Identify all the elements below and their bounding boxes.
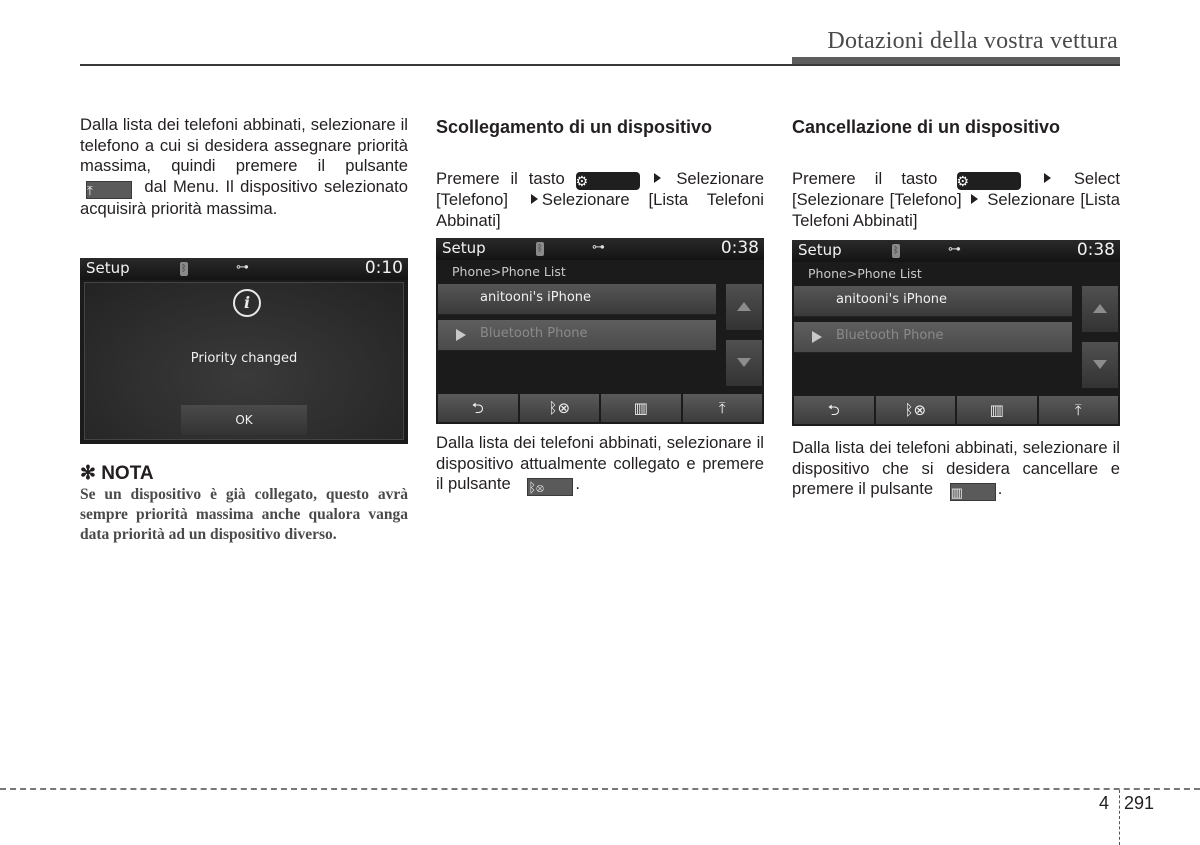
paragraph-text: . <box>997 479 1003 498</box>
footer-rule <box>0 788 1200 790</box>
priority-button-icon: ⤒ <box>86 180 132 199</box>
list-item-selected[interactable]: Bluetooth Phone <box>438 320 716 351</box>
play-icon <box>812 331 822 343</box>
arrow-right-icon <box>970 194 978 204</box>
gear-key-icon: ⚙ <box>956 172 1021 190</box>
status-bar: Setup ᛒ ⊶ 0:10 <box>80 258 408 280</box>
nota-text: Se un dispositivo è già collegato, quest… <box>80 486 408 543</box>
ok-button[interactable]: OK <box>181 405 307 435</box>
priority-icon: ⤒ <box>1074 401 1082 419</box>
column-3-after: Dalla lista dei telefoni abbinati, selez… <box>792 438 1120 501</box>
bluetooth-icon: ᛒ <box>536 242 544 256</box>
bluetooth-icon: ᛒ <box>892 244 900 258</box>
play-icon <box>456 329 466 341</box>
bluetooth-disconnect-icon: ᛒ⊗ <box>548 399 571 417</box>
column-2-after: Dalla lista dei telefoni abbinati, selez… <box>436 433 764 496</box>
section-heading: Cancellazione di un dispositivo <box>792 117 1061 137</box>
arrow-up-icon <box>1093 304 1107 313</box>
column-3: Cancellazione di un dispositivo Premere … <box>792 115 1120 231</box>
back-button[interactable]: ⮌ <box>794 396 874 424</box>
arrow-right-icon <box>1043 173 1051 183</box>
clock: 0:38 <box>1076 240 1115 260</box>
arrow-right-icon <box>654 173 662 183</box>
scroll-up-button[interactable] <box>1082 286 1118 332</box>
column-1: Dalla lista dei telefoni abbinati, selez… <box>80 115 408 219</box>
arrow-down-icon <box>737 358 751 367</box>
nota-title: NOTA <box>101 463 154 484</box>
scroll-down-button[interactable] <box>726 340 762 386</box>
paragraph-text: Dalla lista dei telefoni abbinati, selez… <box>80 115 408 175</box>
list-item-label: Bluetooth Phone <box>836 328 944 343</box>
priority-paragraph: Dalla lista dei telefoni abbinati, selez… <box>80 115 408 219</box>
list-item[interactable]: anitooni's iPhone <box>794 286 1072 317</box>
list-item-label: Bluetooth Phone <box>480 326 588 341</box>
clock: 0:38 <box>720 238 759 258</box>
bluetooth-disconnect-icon: ᛒ⊗ <box>904 401 927 419</box>
bluetooth-icon: ᛒ <box>180 262 188 276</box>
back-button[interactable]: ⮌ <box>438 394 518 422</box>
page-number: 291 <box>1124 793 1155 813</box>
list-item-label: anitooni's iPhone <box>480 290 592 305</box>
arrow-down-icon <box>1093 360 1107 369</box>
nota-box: ✻ NOTA Se un dispositivo è già collegato… <box>80 463 408 545</box>
header-rule <box>80 64 1120 66</box>
clock: 0:10 <box>364 258 403 278</box>
instruction-paragraph: Premere il tasto ⚙ Select [Selezionare [… <box>792 169 1120 231</box>
status-bar: Setup ᛒ ⊶ 0:38 <box>436 238 764 260</box>
breadcrumb: Phone>Phone List <box>808 266 922 281</box>
scroll-down-button[interactable] <box>1082 342 1118 388</box>
delete-button[interactable]: ▥ <box>957 396 1037 424</box>
usb-icon: ⊶ <box>236 260 249 275</box>
list-item[interactable]: anitooni's iPhone <box>438 284 716 315</box>
instruction-paragraph: Premere il tasto ⚙ Selezionare [Telefono… <box>436 169 764 231</box>
breadcrumb: Phone>Phone List <box>452 264 566 279</box>
bottom-toolbar: ⮌ ᛒ⊗ ▥ ⤒ <box>438 394 762 422</box>
disconnect-button[interactable]: ᛒ⊗ <box>875 396 955 424</box>
usb-icon: ⊶ <box>948 242 961 257</box>
status-bar: Setup ᛒ ⊶ 0:38 <box>792 240 1120 262</box>
asterisk-icon: ✻ <box>80 463 96 484</box>
usb-icon: ⊶ <box>592 240 605 255</box>
trash-icon: ▥ <box>989 401 1004 419</box>
popup-dialog: i Priority changed OK <box>84 282 404 440</box>
section-title: Dotazioni della vostra vettura <box>827 28 1118 54</box>
delete-paragraph: Dalla lista dei telefoni abbinati, selez… <box>792 438 1120 501</box>
list-item-label: anitooni's iPhone <box>836 292 948 307</box>
scroll-up-button[interactable] <box>726 284 762 330</box>
disconnect-button[interactable]: ᛒ⊗ <box>519 394 599 422</box>
popup-message: Priority changed <box>190 351 298 366</box>
screen-phone-list: Setup ᛒ ⊶ 0:38 Phone>Phone List anitooni… <box>792 240 1120 426</box>
arrow-right-icon <box>530 194 538 204</box>
list-item-selected[interactable]: Bluetooth Phone <box>794 322 1072 353</box>
info-icon: i <box>233 289 261 317</box>
screen-title: Setup <box>798 241 842 259</box>
trash-button-icon: ▥ <box>949 483 996 501</box>
instruction-text: Premere il tasto <box>792 169 938 188</box>
screen-title: Setup <box>86 259 130 277</box>
column-2: Scollegamento di un dispositivo Premere … <box>436 115 764 231</box>
footer-divider <box>1119 790 1120 845</box>
priority-icon: ⤒ <box>718 399 726 417</box>
paragraph-text: . <box>575 474 580 493</box>
nota-heading: ✻ NOTA <box>80 463 408 485</box>
screen-priority-changed: Setup ᛒ ⊶ 0:10 i Priority changed OK <box>80 258 408 444</box>
screen-phone-list: Setup ᛒ ⊶ 0:38 Phone>Phone List anitooni… <box>436 238 764 424</box>
delete-button[interactable]: ▥ <box>601 394 681 422</box>
bluetooth-disconnect-button-icon: ᛒ⊗ <box>527 478 574 496</box>
trash-icon: ▥ <box>633 399 648 417</box>
screen-title: Setup <box>442 239 486 257</box>
disconnect-paragraph: Dalla lista dei telefoni abbinati, selez… <box>436 433 764 496</box>
bottom-toolbar: ⮌ ᛒ⊗ ▥ ⤒ <box>794 396 1118 424</box>
paragraph-text: Dalla lista dei telefoni abbinati, selez… <box>436 433 764 493</box>
priority-button[interactable]: ⤒ <box>682 394 762 422</box>
chapter-number: 4 <box>1099 793 1110 813</box>
gear-key-icon: ⚙ <box>575 172 640 190</box>
back-icon: ⮌ <box>471 399 484 417</box>
instruction-text: Premere il tasto <box>436 169 565 188</box>
priority-button[interactable]: ⤒ <box>1038 396 1118 424</box>
section-heading: Scollegamento di un dispositivo <box>436 117 713 137</box>
arrow-up-icon <box>737 302 751 311</box>
back-icon: ⮌ <box>827 401 840 419</box>
